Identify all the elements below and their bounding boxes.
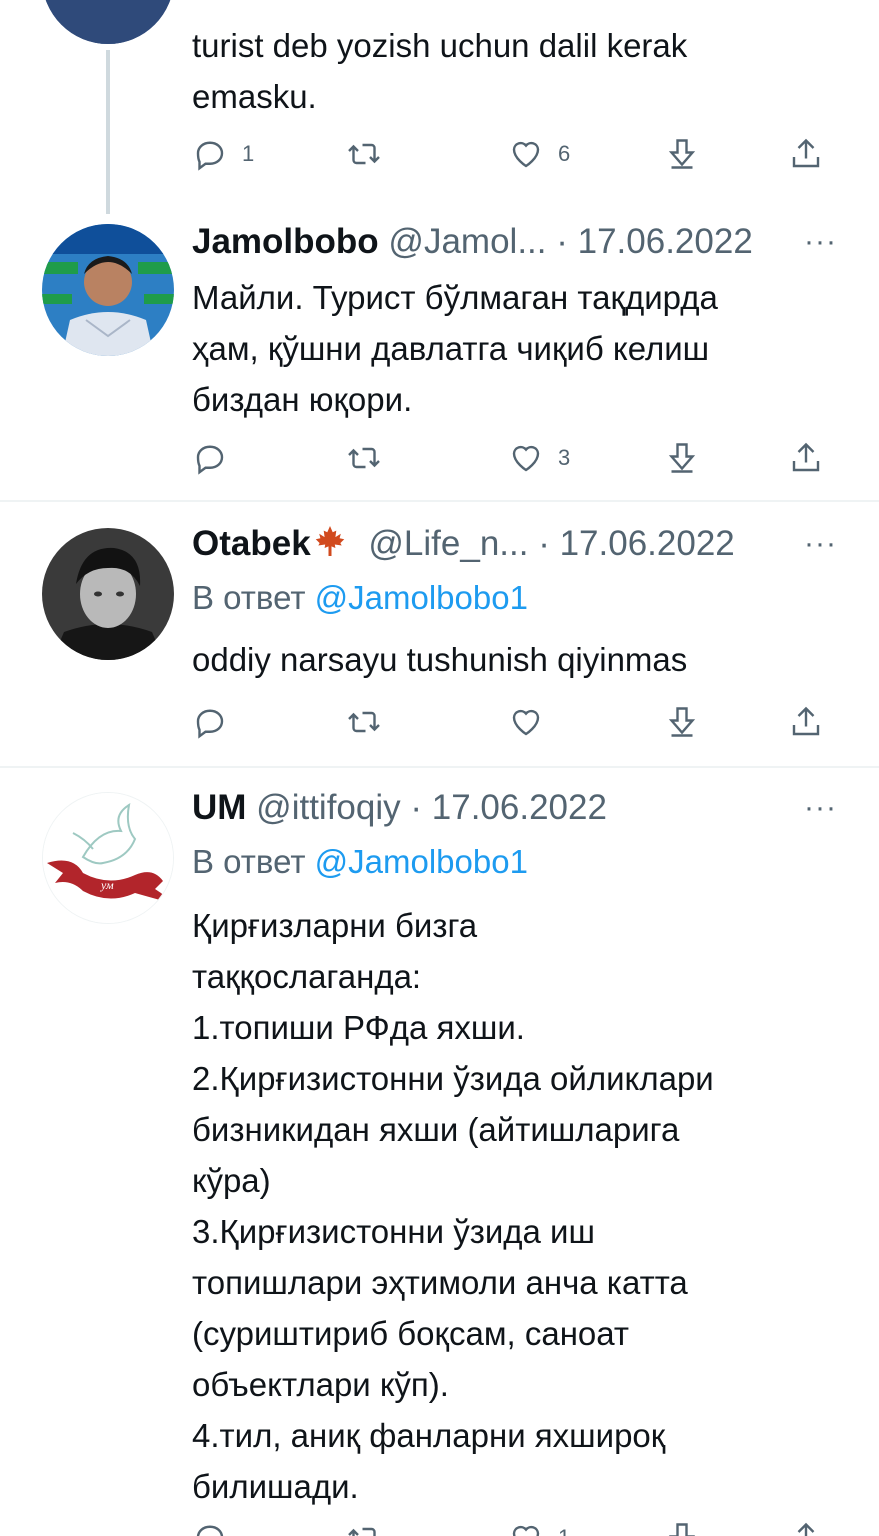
retweet-button[interactable]	[346, 700, 382, 744]
maple-leaf-icon	[311, 523, 349, 559]
like-count: 1	[558, 1525, 570, 1536]
more-icon[interactable]: ···	[804, 227, 837, 257]
share-icon	[668, 139, 696, 169]
reply-icon	[196, 141, 224, 171]
tweet-text: turist deb yozish uchun dalil kerak emas…	[192, 27, 688, 115]
share-button[interactable]	[664, 436, 700, 480]
reply-icon	[196, 709, 224, 739]
upload-icon	[792, 442, 820, 472]
separator-dot: ·	[538, 524, 550, 563]
tweet-text: oddiy narsayu tushunish qiyinmas	[192, 641, 688, 678]
share-button[interactable]	[664, 1516, 700, 1536]
tweet-actions: 1 6	[0, 132, 879, 176]
tweet-actions: 3	[0, 436, 879, 480]
display-name[interactable]: Otabek	[192, 524, 311, 563]
tweet-header: Otabek @Life_n... · 17.06.2022	[192, 522, 819, 566]
like-count: 3	[558, 445, 571, 470]
user-handle[interactable]: @Jamol...	[388, 222, 546, 261]
like-count: 6	[558, 141, 571, 166]
tweet-header: UM @ittifoqiy · 17.06.2022	[192, 786, 819, 830]
reply-button[interactable]	[192, 436, 228, 480]
retweet-icon	[348, 1527, 376, 1536]
tweet-actions: 1	[0, 1516, 879, 1536]
tweet-date[interactable]: 17.06.2022	[578, 222, 753, 261]
retweet-icon	[348, 143, 380, 165]
tweet-header: Jamolbobo @Jamol... · 17.06.2022	[192, 220, 819, 264]
user-handle[interactable]: @ittifoqiy	[256, 788, 400, 827]
share-button[interactable]	[664, 132, 700, 176]
retweet-icon	[348, 447, 380, 469]
more-icon[interactable]: ···	[804, 529, 837, 559]
avatar[interactable]: ум	[42, 792, 174, 924]
upload-icon	[792, 706, 820, 736]
reply-count: 1	[242, 141, 255, 166]
user-handle[interactable]: @Life_n...	[368, 524, 528, 563]
upload-button[interactable]	[788, 1516, 824, 1536]
share-button[interactable]	[664, 700, 700, 744]
like-button[interactable]: 3	[508, 436, 570, 480]
avatar-monogram: ум	[100, 878, 114, 892]
retweet-button[interactable]	[346, 132, 382, 176]
retweet-button[interactable]	[346, 436, 382, 480]
like-button[interactable]: 1	[508, 1516, 570, 1536]
tweet-1[interactable]: turist deb yozish uchun dalil kerak emas…	[0, 0, 879, 214]
tweet-date[interactable]: 17.06.2022	[432, 788, 607, 827]
like-icon	[512, 709, 540, 736]
share-icon	[668, 443, 696, 473]
tweet-actions	[0, 700, 879, 744]
reply-prefix: В ответ	[192, 579, 306, 616]
reply-context: В ответ @Jamolbobo1	[192, 840, 528, 884]
tweet-2[interactable]: Jamolbobo @Jamol... · 17.06.2022 ··· Май…	[0, 214, 879, 500]
avatar[interactable]	[42, 224, 174, 356]
upload-button[interactable]	[788, 436, 824, 480]
like-icon	[512, 141, 540, 168]
reply-button[interactable]: 1	[192, 132, 254, 176]
reply-context: В ответ @Jamolbobo1	[192, 576, 528, 620]
reply-button[interactable]	[192, 700, 228, 744]
like-button[interactable]: 6	[508, 132, 570, 176]
upload-button[interactable]	[788, 700, 824, 744]
avatar[interactable]	[42, 528, 174, 660]
like-icon	[512, 1525, 540, 1536]
reply-icon	[196, 445, 224, 475]
reply-mention-link[interactable]: @Jamolbobo1	[315, 843, 528, 880]
display-name[interactable]: Jamolbobo	[192, 222, 379, 261]
more-icon[interactable]: ···	[804, 793, 837, 823]
upload-button[interactable]	[788, 132, 824, 176]
tweet-3[interactable]: Otabek @Life_n... · 17.06.2022 ··· В отв…	[0, 502, 879, 766]
retweet-icon	[348, 711, 380, 733]
display-name[interactable]: UM	[192, 788, 246, 827]
share-icon	[668, 1523, 696, 1536]
share-icon	[668, 707, 696, 737]
reply-icon	[196, 1525, 224, 1536]
reply-button[interactable]	[192, 1516, 228, 1536]
like-icon	[512, 445, 540, 472]
upload-icon	[792, 138, 820, 168]
reply-prefix: В ответ	[192, 843, 306, 880]
tweet-date[interactable]: 17.06.2022	[560, 524, 735, 563]
avatar[interactable]	[42, 0, 174, 44]
tweet-4[interactable]: ум UM @ittifoqiy · 17.06.2022 ··· В отве…	[0, 768, 879, 1536]
tweet-text: Қирғизларни бизга таққослаганда: 1.топиш…	[192, 907, 714, 1505]
separator-dot: ·	[556, 222, 568, 261]
upload-icon	[797, 1522, 815, 1536]
separator-dot: ·	[410, 788, 423, 827]
reply-mention-link[interactable]: @Jamolbobo1	[315, 579, 528, 616]
tweet-text: Майли. Турист бўлмаган тақдирда ҳам, қўш…	[192, 279, 718, 418]
like-button[interactable]	[508, 700, 544, 744]
retweet-button[interactable]	[346, 1516, 382, 1536]
